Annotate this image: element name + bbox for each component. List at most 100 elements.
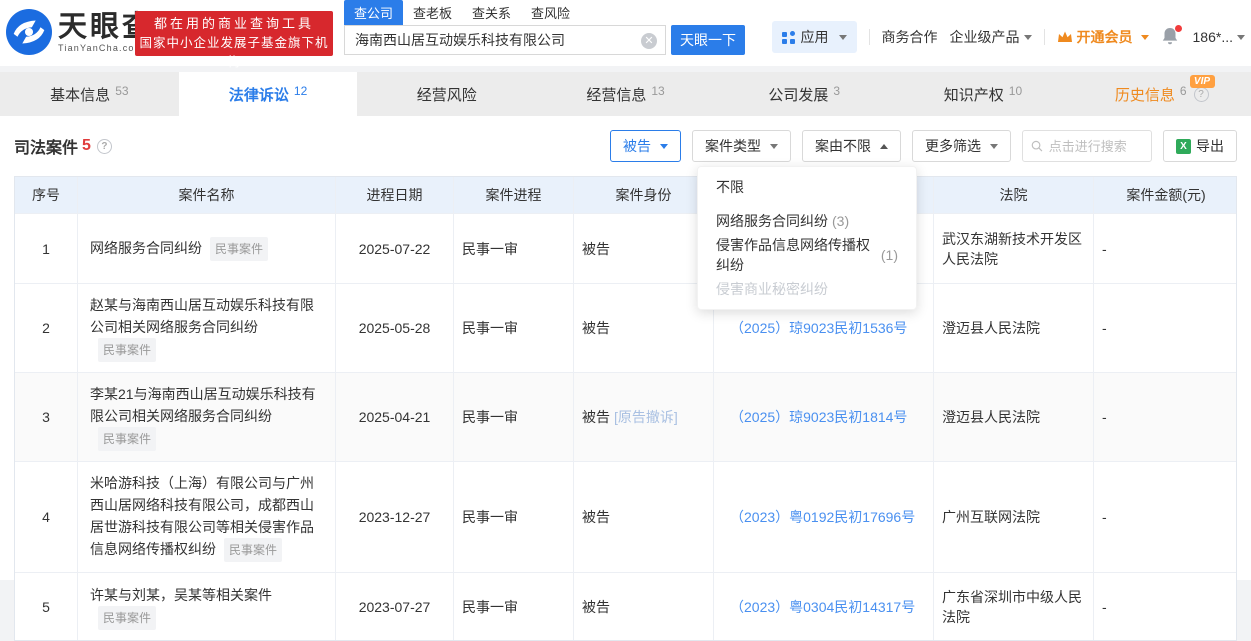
promo-banner-line2: 国家中小企业发展子基金旗下机构 [139, 36, 329, 69]
chevron-down-icon [838, 34, 847, 40]
tab-count: 12 [293, 84, 308, 98]
cell-role: 被告 [573, 462, 713, 572]
search-tab-risk[interactable]: 查风险 [521, 0, 580, 25]
chevron-up-icon [880, 143, 888, 149]
search-tab-relation[interactable]: 查关系 [462, 0, 521, 25]
divider [868, 29, 870, 45]
dropdown-item-count: (3) [832, 213, 850, 229]
dropdown-item-label: 侵害作品信息网络传播权纠纷 [716, 237, 870, 273]
table-row: 4 米哈游科技（上海）有限公司与广州西山居网络科技有限公司，成都西山居世游科技有… [15, 461, 1236, 572]
dropdown-item-info-network-dissemination-dispute[interactable]: 侵害作品信息网络传播权纠纷 (1) [698, 237, 916, 273]
cell-stage: 民事一审 [453, 284, 573, 372]
dropdown-item-label: 不限 [716, 179, 744, 195]
filter-controls: 被告 案件类型 案由不限 更多筛选 点击进行搜索 X 导出 [610, 130, 1237, 162]
col-header-amount: 案件金额(元) [1093, 177, 1238, 213]
search-button[interactable]: 天眼一下 [671, 25, 745, 55]
help-icon[interactable]: ? [1193, 86, 1209, 102]
tab-label: 经营信息 [586, 86, 647, 104]
tab-label: 经营风险 [416, 86, 477, 104]
tianyancha-page: 天眼查 TianYanCha.com 都在用的商业查询工具 国家中小企业发展子基… [0, 0, 1251, 641]
cell-case-name: 李某21与海南西山居互动娱乐科技有限公司相关网络服务合同纠纷民事案件 [77, 373, 335, 461]
cell-no: 4 [42, 509, 50, 525]
cell-no: 1 [42, 240, 50, 257]
cell-no: 2 [42, 320, 50, 336]
col-header-no: 序号 [32, 187, 60, 203]
case-type-badge: 民事案件 [98, 605, 157, 630]
tianyancha-logo-icon [6, 9, 52, 55]
table-search-box [1022, 130, 1152, 162]
tab-operating-info[interactable]: 经营信息 13 [536, 72, 715, 116]
more-filters-label: 更多筛选 [925, 138, 981, 154]
cell-date: 2023-12-27 [335, 462, 453, 572]
dropdown-item-network-service-dispute[interactable]: 网络服务合同纠纷 (3) [698, 204, 916, 238]
cases-table: 序号 案件名称 进程日期 案件进程 案件身份 案号 法院 案件金额(元) 1 网… [14, 176, 1237, 641]
case-type-filter-button[interactable]: 案件类型 [692, 130, 791, 162]
case-name-text: 许某与刘某，吴某等相关案件 [90, 586, 272, 603]
dropdown-item-unlimited[interactable]: 不限 [698, 170, 916, 204]
search-tab-company[interactable]: 查公司 [344, 0, 404, 25]
cell-court: 广州互联网法院 [933, 462, 1093, 572]
search-category-tabs: 查公司 查老板 查关系 查风险 [344, 0, 745, 25]
case-type-badge: 民事案件 [98, 338, 157, 362]
table-row: 2 赵某与海南西山居互动娱乐科技有限公司相关网络服务合同纠纷民事案件 2025-… [15, 283, 1236, 372]
tab-intellectual-property[interactable]: 知识产权 10 [894, 72, 1073, 116]
col-header-court: 法院 [933, 177, 1093, 213]
case-number-link[interactable]: （2023）粤0192民初17696号 [730, 507, 915, 527]
apps-grid-icon [781, 30, 795, 44]
crown-icon [1057, 31, 1072, 42]
tab-basic-info[interactable]: 基本信息 53 [0, 72, 179, 116]
more-filters-button[interactable]: 更多筛选 [912, 130, 1011, 162]
section-count: 5 [82, 137, 91, 154]
case-type-badge: 民事案件 [224, 538, 283, 562]
tab-label: 知识产权 [943, 86, 1004, 104]
cell-court: 澄迈县人民法院 [933, 373, 1093, 461]
apps-menu[interactable]: 应用 [771, 21, 857, 53]
tab-history-info[interactable]: VIP 历史信息 6 ? [1072, 72, 1251, 116]
cell-stage: 民事一审 [453, 462, 573, 572]
col-header-case-name: 案件名称 [77, 177, 335, 213]
tab-label: 公司发展 [768, 86, 829, 104]
notification-bell-icon[interactable] [1161, 25, 1182, 47]
cell-case-name: 米哈游科技（上海）有限公司与广州西山居网络科技有限公司，成都西山居世游科技有限公… [77, 462, 335, 572]
role-filter-button[interactable]: 被告 [610, 130, 681, 162]
account-label: 186*... [1192, 29, 1233, 45]
global-search: 查公司 查老板 查关系 查风险 ✕ 天眼一下 [344, 0, 745, 55]
help-icon[interactable]: ? [96, 138, 112, 154]
filter-row: 司法案件 5 ? 被告 案件类型 案由不限 更多筛选 点击进行搜索 X 导出 [14, 130, 1237, 162]
table-header-row: 序号 案件名称 进程日期 案件进程 案件身份 案号 法院 案件金额(元) [15, 177, 1236, 213]
export-label: 导出 [1196, 138, 1224, 154]
dropdown-item-trade-secret-dispute: 侵害商业秘密纠纷 [698, 272, 916, 306]
role-text: 被告 [582, 409, 610, 425]
cell-amount: - [1093, 462, 1238, 572]
legal-cases-section: 司法案件 5 ? 被告 案件类型 案由不限 更多筛选 点击进行搜索 X 导出 序… [0, 116, 1251, 641]
account-menu[interactable]: 186*... [1193, 29, 1245, 45]
case-number-link[interactable]: （2025）琼9023民初1536号 [730, 318, 907, 338]
role-filter-label: 被告 [623, 138, 651, 154]
table-row: 5 许某与刘某，吴某等相关案件民事案件 2023-07-27 民事一审 被告 （… [15, 572, 1236, 640]
search-tab-boss[interactable]: 查老板 [403, 0, 462, 25]
case-type-badge: 民事案件 [210, 236, 269, 261]
cell-amount: - [1093, 214, 1238, 283]
nav-enterprise[interactable]: 企业级产品 [950, 27, 1032, 47]
cell-case-name: 赵某与海南西山居互动娱乐科技有限公司相关网络服务合同纠纷民事案件 [77, 284, 335, 372]
case-name-text: 网络服务合同纠纷 [90, 239, 202, 256]
tianyancha-logo[interactable]: 天眼查 TianYanCha.com [6, 9, 154, 55]
cause-filter-button[interactable]: 案由不限 [802, 130, 901, 162]
cause-filter-label: 案由不限 [815, 138, 871, 154]
chevron-down-icon [1140, 34, 1149, 40]
case-name-text: 赵某与海南西山居互动娱乐科技有限公司相关网络服务合同纠纷 [90, 297, 314, 335]
tab-count: 13 [651, 84, 665, 98]
open-vip-link[interactable]: 开通会员 [1057, 27, 1149, 47]
tab-company-development[interactable]: 公司发展 3 [715, 72, 894, 116]
nav-cooperation[interactable]: 商务合作 [882, 27, 938, 47]
cell-case-no: （2025）琼9023民初1814号 [713, 373, 933, 461]
export-button[interactable]: X 导出 [1163, 130, 1237, 162]
cell-role: 被告 [原告撤诉] [573, 373, 713, 461]
tab-operating-risk[interactable]: 经营风险 [357, 72, 536, 116]
case-number-link[interactable]: （2025）琼9023民初1814号 [730, 407, 907, 427]
tab-legal-litigation[interactable]: 法律诉讼 12 [178, 72, 358, 116]
notification-dot [1174, 25, 1182, 32]
table-search-input[interactable] [1048, 138, 1143, 154]
search-input[interactable] [345, 26, 665, 54]
clear-search-icon[interactable]: ✕ [641, 33, 657, 49]
